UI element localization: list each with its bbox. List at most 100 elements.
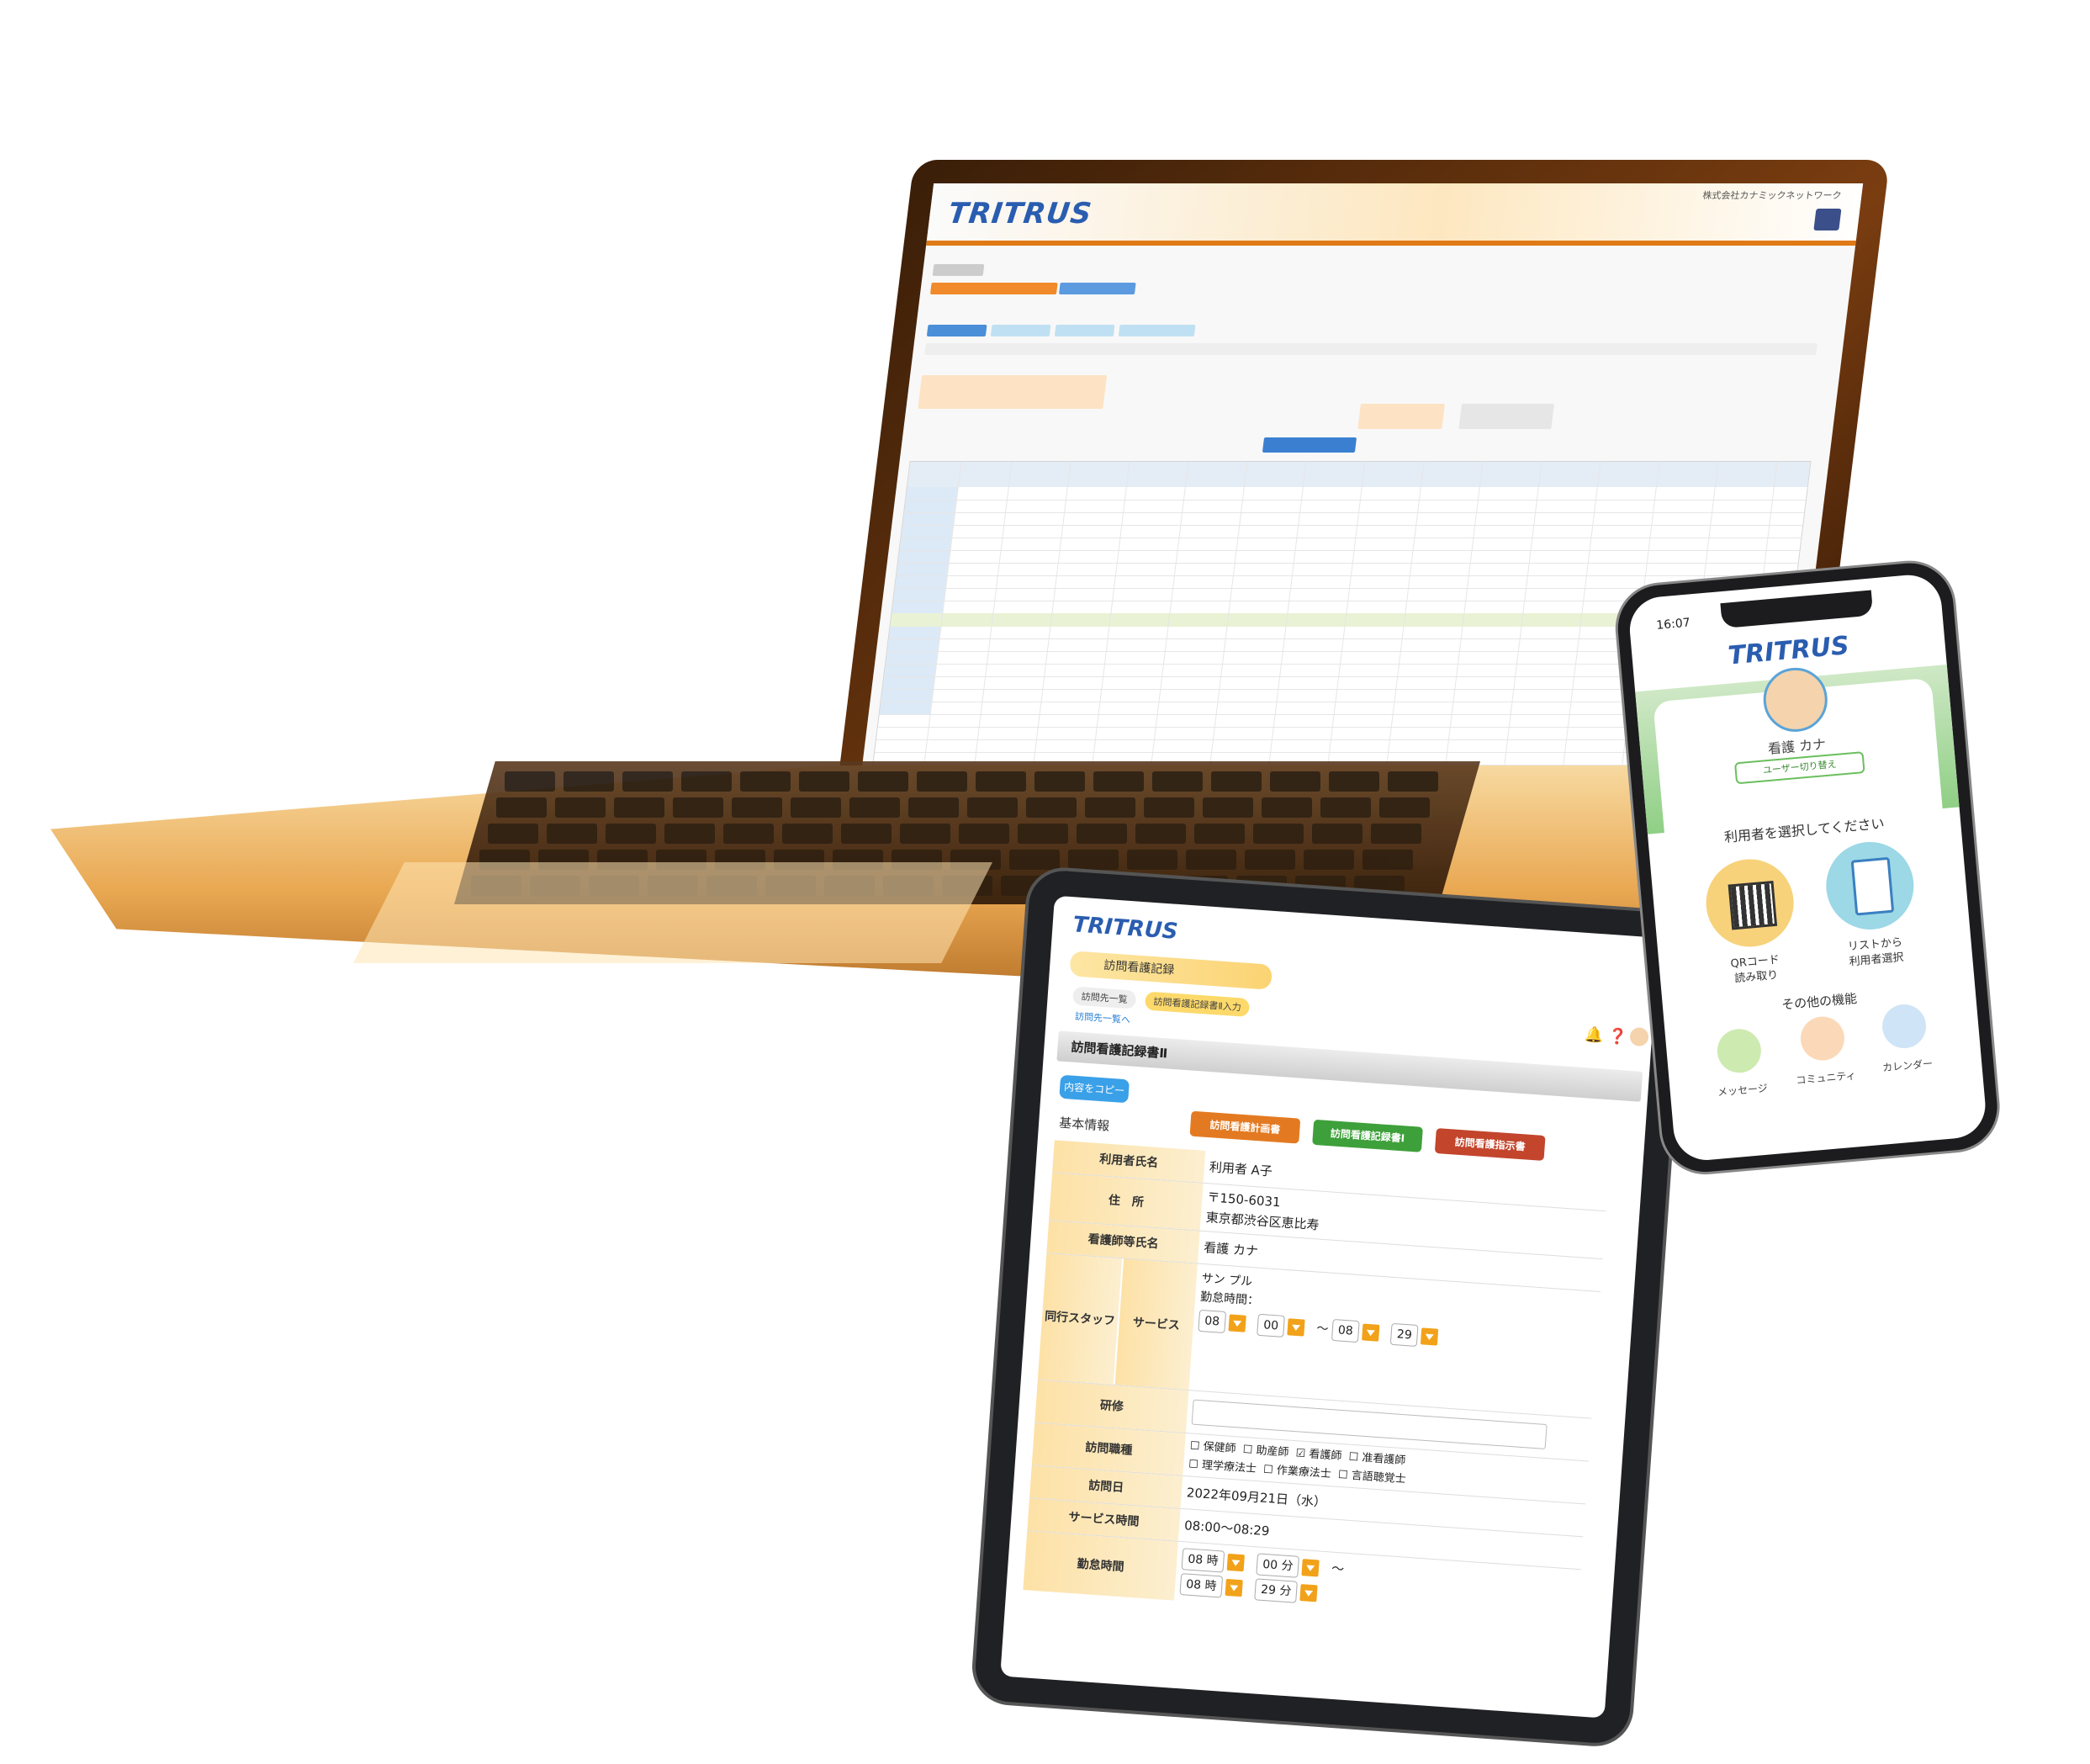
keyboard-key: [1312, 824, 1362, 844]
info-label-cell: [1357, 404, 1445, 429]
chevron-down-icon[interactable]: [1299, 1583, 1319, 1602]
minute-select[interactable]: 29 分: [1254, 1577, 1299, 1603]
keyboard-key: [1362, 850, 1413, 870]
job-option[interactable]: ☐ 作業療法士: [1263, 1464, 1332, 1481]
bell-icon[interactable]: 🔔: [1584, 1025, 1604, 1045]
chevron-down-icon[interactable]: [1228, 1314, 1246, 1332]
keyboard-key: [908, 797, 959, 818]
job-option[interactable]: ☐ 保健師: [1189, 1439, 1236, 1455]
keyboard-key: [900, 824, 950, 844]
filter-bar: [924, 343, 1818, 355]
instruction-button[interactable]: 訪問看護指示書: [1434, 1127, 1546, 1161]
job-option[interactable]: ☐ 理学療法士: [1188, 1458, 1257, 1475]
keyboard-key: [1194, 824, 1245, 844]
keyboard-key: [849, 797, 900, 818]
keyboard-key: [606, 824, 656, 844]
basic-info-heading: 基本情報: [1058, 1115, 1110, 1134]
avatar[interactable]: [1629, 1026, 1649, 1047]
keyboard-key: [782, 824, 833, 844]
search-button[interactable]: [1262, 437, 1357, 453]
keyboard-key: [1320, 797, 1371, 818]
form-table: 利用者氏名 利用者 A子 住 所 〒150-6031 東京都渋谷区恵比寿 看護師…: [1023, 1140, 1609, 1629]
community-label: コミュニティ: [1795, 1069, 1857, 1087]
chevron-down-icon[interactable]: [1421, 1327, 1439, 1346]
chevron-down-icon[interactable]: [1301, 1558, 1320, 1577]
keyboard-key: [488, 824, 538, 844]
tilde: 〜: [1315, 1322, 1329, 1337]
keyboard-key: [673, 797, 723, 818]
chevron-down-icon[interactable]: [1361, 1323, 1380, 1342]
qr-code-icon[interactable]: [1702, 856, 1797, 951]
help-icon[interactable]: ❓: [1607, 1027, 1627, 1046]
staff-label: 同行スタッフ: [1037, 1253, 1123, 1385]
job-option[interactable]: ☐ 助産師: [1242, 1444, 1289, 1459]
status-time: 16:07: [1655, 616, 1691, 633]
keyboard-key: [841, 824, 892, 844]
tritrus-logo: TRITRUS: [946, 197, 1094, 230]
keyboard-key: [1371, 824, 1421, 844]
keyboard-key: [917, 771, 967, 792]
keyboard-key: [1304, 850, 1354, 870]
keyboard-key: [1009, 850, 1060, 870]
chevron-down-icon[interactable]: [1226, 1553, 1246, 1571]
calendar-icon[interactable]: [1880, 1002, 1929, 1051]
copy-button[interactable]: 内容をコピー: [1059, 1074, 1130, 1104]
chevron-down-icon[interactable]: [1225, 1578, 1244, 1597]
phone-screen: 16:07 TRITRUS 看護 カナ ユーザー切り替え 利用者を選択してくださ…: [1627, 572, 1988, 1163]
service-time-value: 08:00〜08:29: [1183, 1518, 1271, 1539]
minute-select[interactable]: 00: [1257, 1313, 1286, 1338]
nurse-value: 看護 カナ: [1203, 1240, 1259, 1259]
nav-tab[interactable]: [1058, 283, 1136, 294]
job-option[interactable]: ☐ 准看護師: [1348, 1451, 1406, 1468]
tablet-screen: TRITRUS 訪問看護記録 訪問先一覧 訪問看護記録書Ⅱ入力 訪問先一覧へ 🔔…: [1000, 895, 1659, 1719]
calendar-label: カレンダー: [1881, 1057, 1934, 1074]
section-title: 訪問看護記録書Ⅱ: [1056, 1030, 1643, 1102]
tab-button[interactable]: [990, 325, 1051, 336]
phone-body: 16:07 TRITRUS 看護 カナ ユーザー切り替え 利用者を選択してくださ…: [1614, 559, 2001, 1176]
keyboard-key: [1329, 771, 1379, 792]
job-option[interactable]: ☑ 看護師: [1295, 1447, 1342, 1463]
chevron-down-icon[interactable]: [1287, 1318, 1305, 1337]
keyboard-key: [858, 771, 908, 792]
plan-button[interactable]: 訪問看護計画書: [1189, 1110, 1301, 1144]
keyboard-key: [732, 797, 782, 818]
tab-button[interactable]: [926, 325, 987, 336]
list-label: リストから 利用者選択: [1847, 935, 1905, 969]
hour-select[interactable]: 08 時: [1179, 1572, 1224, 1598]
message-icon[interactable]: [1715, 1027, 1764, 1075]
keyboard-key: [1186, 850, 1236, 870]
keyboard-key: [547, 824, 597, 844]
community-icon[interactable]: [1798, 1014, 1847, 1062]
keyboard-key: [1135, 824, 1186, 844]
minute-select[interactable]: 00 分: [1256, 1552, 1300, 1578]
minute-select[interactable]: 29: [1390, 1322, 1419, 1348]
keyboard-key: [791, 797, 841, 818]
keyboard-key: [1379, 797, 1430, 818]
job-option[interactable]: ☐ 言語聴覚士: [1337, 1469, 1406, 1486]
keyboard-key: [1388, 771, 1438, 792]
keyboard-key: [1018, 824, 1068, 844]
record-button[interactable]: 訪問看護記録書Ⅰ: [1312, 1119, 1423, 1152]
hour-select[interactable]: 08: [1331, 1318, 1360, 1343]
keyboard-key: [1026, 797, 1077, 818]
breadcrumb-visit-list[interactable]: 訪問先一覧: [1072, 986, 1137, 1009]
tab-button[interactable]: [1054, 325, 1115, 336]
keyboard-key: [1034, 771, 1085, 792]
keyboard-key: [681, 771, 732, 792]
keyboard-key: [1245, 850, 1295, 870]
menu-bar[interactable]: [932, 264, 985, 276]
keyboard-key: [622, 771, 673, 792]
attendance-label: 勤怠時間: [1023, 1531, 1178, 1601]
keyboard-key: [967, 797, 1018, 818]
back-link[interactable]: 訪問先一覧へ: [1066, 1006, 1139, 1030]
logout-icon[interactable]: [1813, 209, 1842, 230]
hour-select[interactable]: 08: [1198, 1309, 1226, 1334]
nav-tab-active[interactable]: [929, 283, 1058, 294]
keyboard-key: [555, 797, 606, 818]
user-list-icon[interactable]: [1823, 838, 1918, 934]
tab-button[interactable]: [1118, 325, 1196, 336]
staff-values: サン プル 勤怠時間： 08 00 〜 08 29: [1198, 1269, 1450, 1348]
info-value-cell: [1458, 404, 1554, 429]
user-name-value: 利用者 A子: [1209, 1159, 1273, 1179]
hour-select[interactable]: 08 時: [1181, 1547, 1225, 1573]
